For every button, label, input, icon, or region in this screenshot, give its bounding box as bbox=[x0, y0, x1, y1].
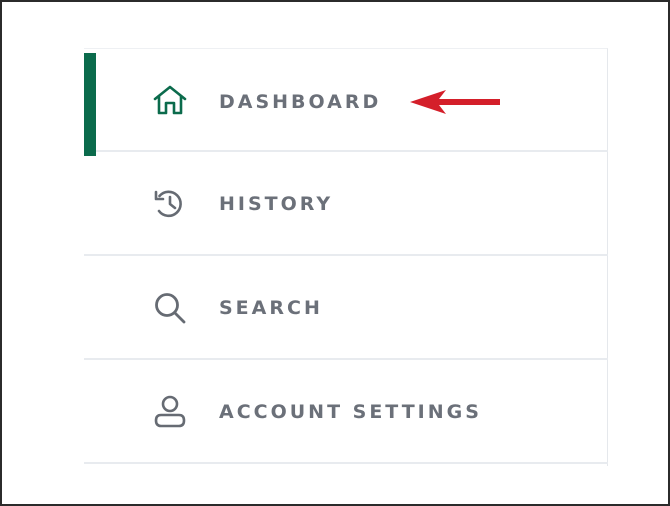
active-indicator bbox=[84, 53, 96, 156]
nav-item-dashboard[interactable]: DASHBOARD bbox=[84, 49, 608, 156]
nav-item-search[interactable]: SEARCH bbox=[84, 257, 608, 360]
history-icon bbox=[150, 187, 190, 221]
home-icon bbox=[150, 83, 190, 117]
nav-item-account-settings[interactable]: ACCOUNT SETTINGS bbox=[84, 361, 608, 464]
user-icon bbox=[150, 395, 190, 429]
search-icon bbox=[150, 291, 190, 325]
nav-item-history[interactable]: HISTORY bbox=[84, 153, 608, 256]
sidebar-nav: DASHBOARD HISTORY SEARCH ACCOUNT SETTING… bbox=[84, 48, 608, 466]
nav-item-label: ACCOUNT SETTINGS bbox=[219, 401, 482, 423]
nav-item-label: SEARCH bbox=[219, 297, 323, 319]
nav-item-label: HISTORY bbox=[219, 193, 334, 215]
nav-item-label: DASHBOARD bbox=[219, 91, 382, 113]
arrow-left-icon bbox=[410, 90, 500, 114]
